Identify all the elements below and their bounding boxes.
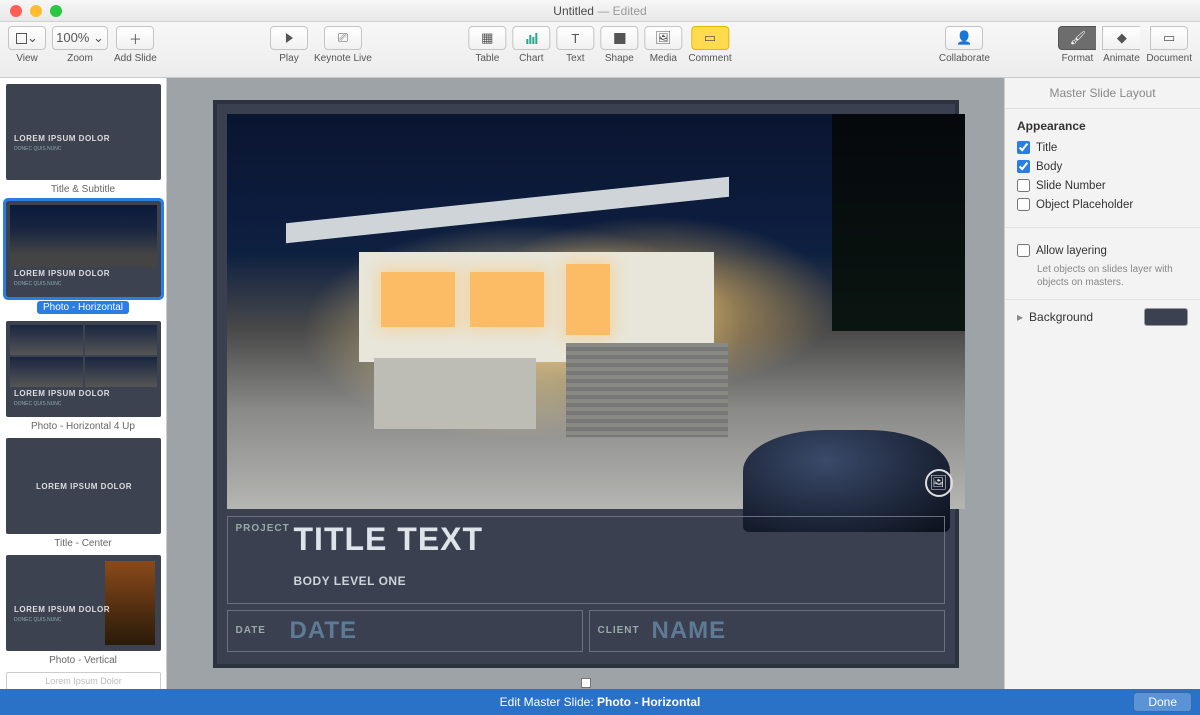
title-placeholder[interactable]: TITLE TEXT — [294, 521, 944, 558]
media-button[interactable]: 🖼Media — [644, 26, 682, 64]
comment-button[interactable]: ▭Comment — [688, 26, 731, 64]
project-label: PROJECT — [228, 517, 294, 603]
client-label: CLIENT — [590, 625, 652, 636]
slide-navigator[interactable]: LOREM IPSUM DOLORDONEC QUIS NUNCTitle & … — [0, 78, 167, 689]
allow-layering-checkbox[interactable]: Allow layering — [1017, 244, 1188, 257]
thumb-title-center[interactable]: LOREM IPSUM DOLORTitle - Center — [6, 438, 160, 549]
name-placeholder[interactable]: NAME — [652, 617, 727, 645]
done-button[interactable]: Done — [1133, 692, 1192, 712]
thumb-photo-horizontal-4up[interactable]: LOREM IPSUM DOLORDONEC QUIS NUNCPhoto - … — [6, 321, 160, 432]
doc-title: Untitled — [553, 4, 594, 18]
doc-status: — Edited — [597, 4, 646, 18]
titlebar: Untitled — Edited — [0, 0, 1200, 22]
object-placeholder-checkbox[interactable]: Object Placeholder — [1017, 198, 1188, 211]
thumb-photo-vertical[interactable]: LOREM IPSUM DOLORDONEC QUIS NUNCPhoto - … — [6, 555, 160, 666]
animate-tab[interactable]: ◆Animate — [1102, 26, 1140, 64]
canvas[interactable]: 🖼 PROJECT TITLE TEXT BODY LEVEL ONE DATE… — [167, 78, 1004, 689]
replace-image-icon[interactable]: 🖼 — [925, 469, 953, 497]
thumb-photo-horizontal[interactable]: LOREM IPSUM DOLORDONEC QUIS NUNCPhoto - … — [6, 201, 160, 315]
view-button[interactable]: ⌄View — [8, 26, 46, 64]
master-slide[interactable]: 🖼 PROJECT TITLE TEXT BODY LEVEL ONE DATE… — [217, 104, 955, 664]
inspector-title: Master Slide Layout — [1005, 78, 1200, 109]
add-slide-button[interactable]: ＋Add Slide — [114, 26, 157, 64]
workspace: LOREM IPSUM DOLORDONEC QUIS NUNCTitle & … — [0, 78, 1200, 689]
inspector-panel: Master Slide Layout Appearance Title Bod… — [1004, 78, 1200, 689]
resize-handle-icon[interactable] — [581, 678, 591, 688]
play-button[interactable]: Play — [270, 26, 308, 64]
info-block: PROJECT TITLE TEXT BODY LEVEL ONE DATEDA… — [227, 516, 945, 654]
document-tab[interactable]: ▭Document — [1146, 26, 1192, 64]
thumb-partial[interactable]: Lorem Ipsum Dolor — [6, 672, 160, 689]
date-label: DATE — [228, 625, 290, 636]
chart-button[interactable]: Chart — [512, 26, 550, 64]
keynote-live-button[interactable]: ⎚Keynote Live — [314, 26, 372, 64]
zoom-button[interactable]: 100% ⌄Zoom — [52, 26, 108, 64]
disclosure-icon[interactable]: ▸ — [1017, 310, 1023, 324]
thumb-title-subtitle[interactable]: LOREM IPSUM DOLORDONEC QUIS NUNCTitle & … — [6, 84, 160, 195]
edit-master-bar: Edit Master Slide: Photo - Horizontal Do… — [0, 689, 1200, 715]
appearance-heading: Appearance — [1017, 119, 1188, 133]
layering-hint: Let objects on slides layer with objects… — [1037, 263, 1188, 289]
image-placeholder[interactable]: 🖼 — [227, 114, 965, 509]
footer-label: Edit Master Slide: Photo - Horizontal — [500, 695, 701, 709]
body-placeholder[interactable]: BODY LEVEL ONE — [294, 574, 944, 588]
toolbar: ⌄View 100% ⌄Zoom ＋Add Slide Play ⎚Keynot… — [0, 22, 1200, 78]
window-title: Untitled — Edited — [0, 4, 1200, 18]
date-placeholder[interactable]: DATE — [290, 617, 358, 645]
shape-button[interactable]: Shape — [600, 26, 638, 64]
body-checkbox[interactable]: Body — [1017, 160, 1188, 173]
background-row[interactable]: ▸Background — [1005, 299, 1200, 334]
title-checkbox[interactable]: Title — [1017, 141, 1188, 154]
text-button[interactable]: TText — [556, 26, 594, 64]
table-button[interactable]: ▦Table — [468, 26, 506, 64]
collaborate-button[interactable]: 👤Collaborate — [939, 26, 990, 64]
slide-number-checkbox[interactable]: Slide Number — [1017, 179, 1188, 192]
format-tab[interactable]: 🖌Format — [1058, 26, 1096, 64]
background-swatch[interactable] — [1144, 308, 1188, 326]
